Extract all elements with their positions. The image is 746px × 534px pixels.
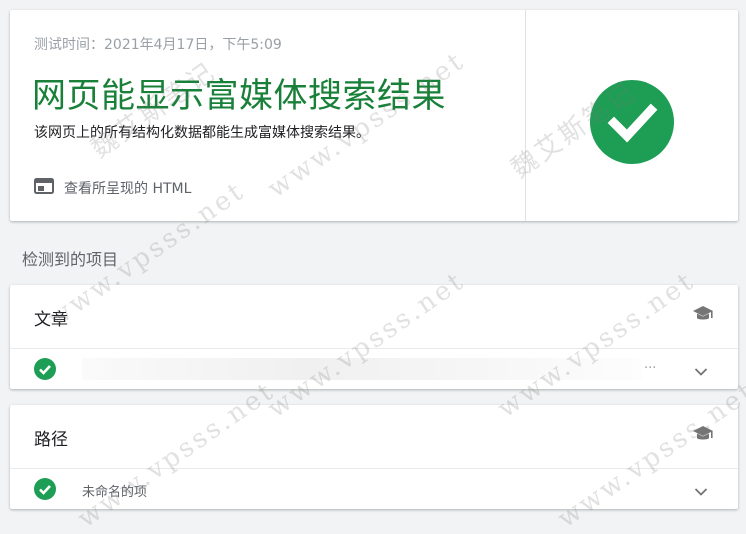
item-row[interactable]: 未命名的项 <box>10 469 738 509</box>
detected-items-heading: 检测到的项目 <box>22 250 119 269</box>
test-time: 测试时间：2021年4月17日，下午5:09 <box>34 37 282 53</box>
view-html-label: 查看所呈现的 HTML <box>64 181 192 197</box>
valid-check-icon <box>34 478 56 500</box>
item-card-path: 路径 未命名的项 <box>10 405 738 509</box>
result-title: 网页能显示富媒体搜索结果 <box>32 76 446 116</box>
view-rendered-html-link[interactable]: 查看所呈现的 HTML <box>34 178 191 198</box>
graduation-cap-icon[interactable] <box>692 305 714 327</box>
item-title: 路径 <box>34 430 68 450</box>
item-ellipsis: ... <box>644 357 657 372</box>
item-header[interactable]: 路径 <box>10 405 738 469</box>
graduation-cap-icon[interactable] <box>692 425 714 447</box>
item-card-article: 文章 ... <box>10 285 738 389</box>
result-description: 该网页上的所有结构化数据都能生成富媒体搜索结果。 <box>34 125 370 141</box>
obscured-item-text <box>82 358 642 380</box>
item-title: 文章 <box>34 310 68 330</box>
vertical-divider <box>525 10 526 221</box>
item-row-text: 未命名的项 <box>82 485 148 500</box>
item-header[interactable]: 文章 <box>10 285 738 349</box>
chevron-down-icon[interactable] <box>694 362 708 381</box>
success-check-icon <box>590 80 674 164</box>
item-row[interactable]: ... <box>10 349 738 389</box>
result-summary-card: 测试时间：2021年4月17日，下午5:09 网页能显示富媒体搜索结果 该网页上… <box>10 10 738 221</box>
browser-window-icon <box>34 178 54 198</box>
valid-check-icon <box>34 358 56 380</box>
chevron-down-icon[interactable] <box>694 482 708 501</box>
